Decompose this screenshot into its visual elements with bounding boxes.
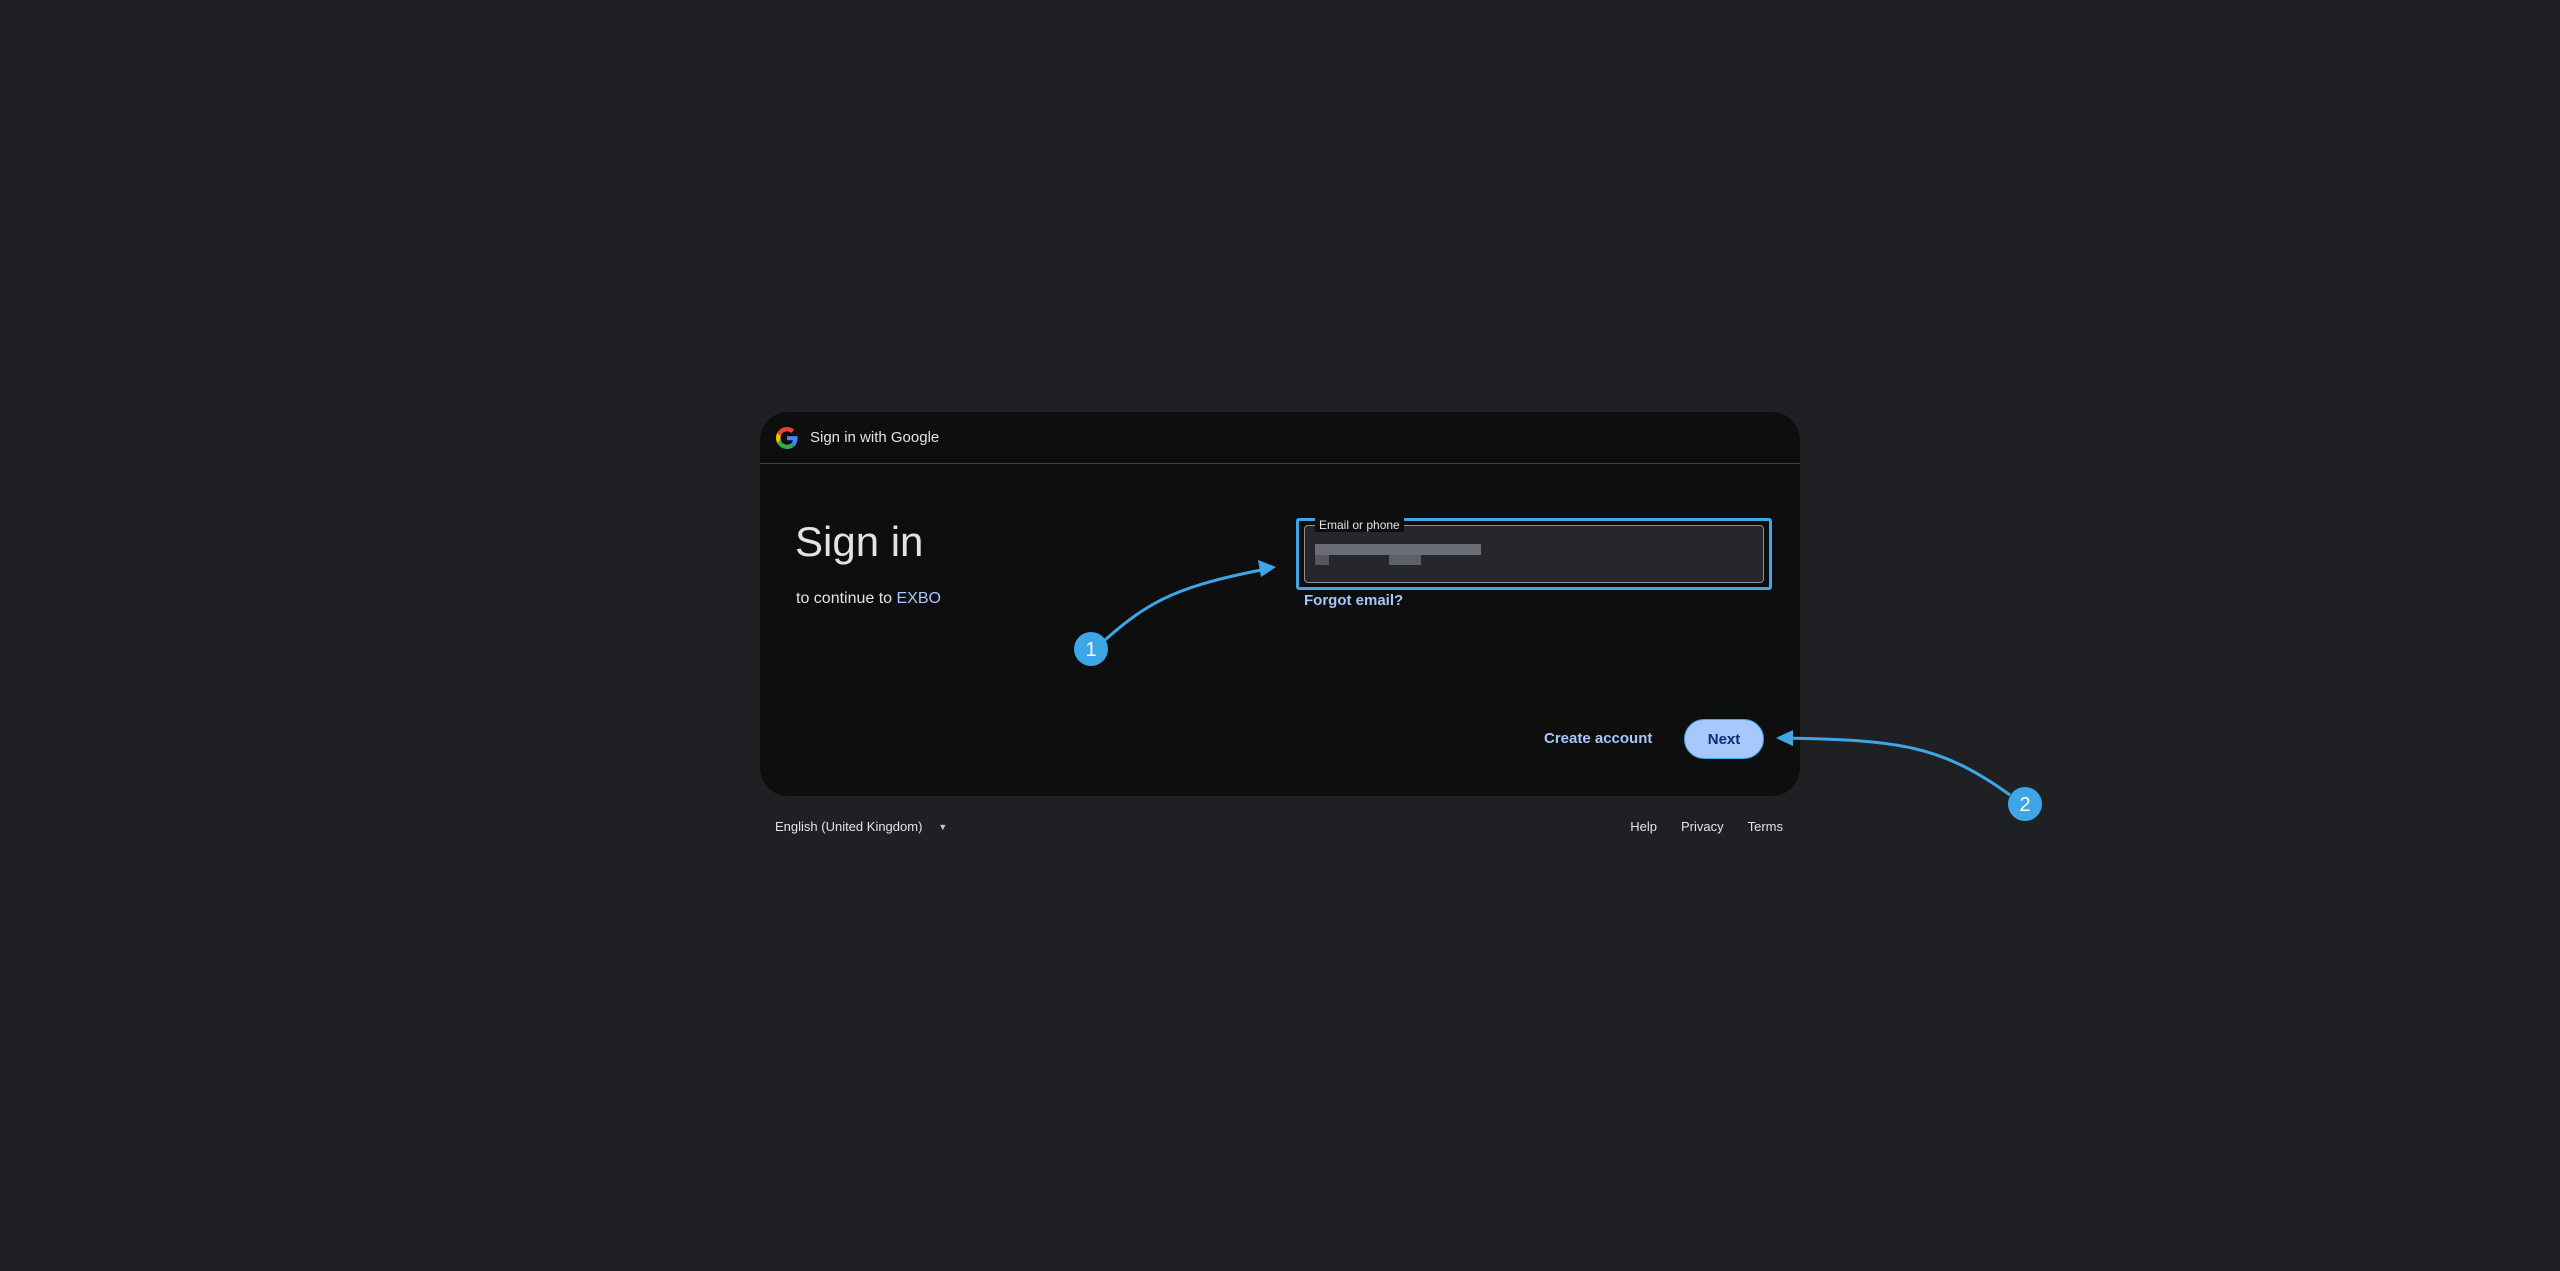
forgot-email-link[interactable]: Forgot email? <box>1304 592 1403 609</box>
email-field-label: Email or phone <box>1315 518 1404 532</box>
signin-card: Sign in with Google Sign in to continue … <box>760 412 1800 796</box>
language-label: English (United Kingdom) <box>775 819 923 834</box>
language-selector[interactable]: English (United Kingdom) ▼ <box>775 819 947 834</box>
subtitle: to continue to EXBO <box>796 590 941 608</box>
header-title: Sign in with Google <box>810 429 940 446</box>
annotation-arrow-2 <box>1781 736 2011 797</box>
dropdown-caret-icon: ▼ <box>938 821 948 832</box>
email-input[interactable] <box>1315 546 1483 566</box>
annotation-badge-2 <box>2008 787 2042 821</box>
footer-links: Help Privacy Terms <box>1630 819 1783 834</box>
annotation-badge-2-label: 2 <box>2019 794 2030 816</box>
terms-link[interactable]: Terms <box>1748 819 1783 834</box>
page-title: Sign in <box>795 518 924 565</box>
help-link[interactable]: Help <box>1630 819 1657 834</box>
page: Sign in with Google Sign in to continue … <box>0 0 2560 1271</box>
app-name-link[interactable]: EXBO <box>897 590 941 607</box>
card-header: Sign in with Google <box>760 412 1800 464</box>
email-field[interactable]: Email or phone <box>1304 518 1764 583</box>
subtitle-text: to continue to <box>796 590 897 607</box>
privacy-link[interactable]: Privacy <box>1681 819 1724 834</box>
create-account-button[interactable]: Create account <box>1544 730 1652 747</box>
google-g-icon <box>776 426 798 449</box>
next-button[interactable]: Next <box>1684 719 1764 759</box>
